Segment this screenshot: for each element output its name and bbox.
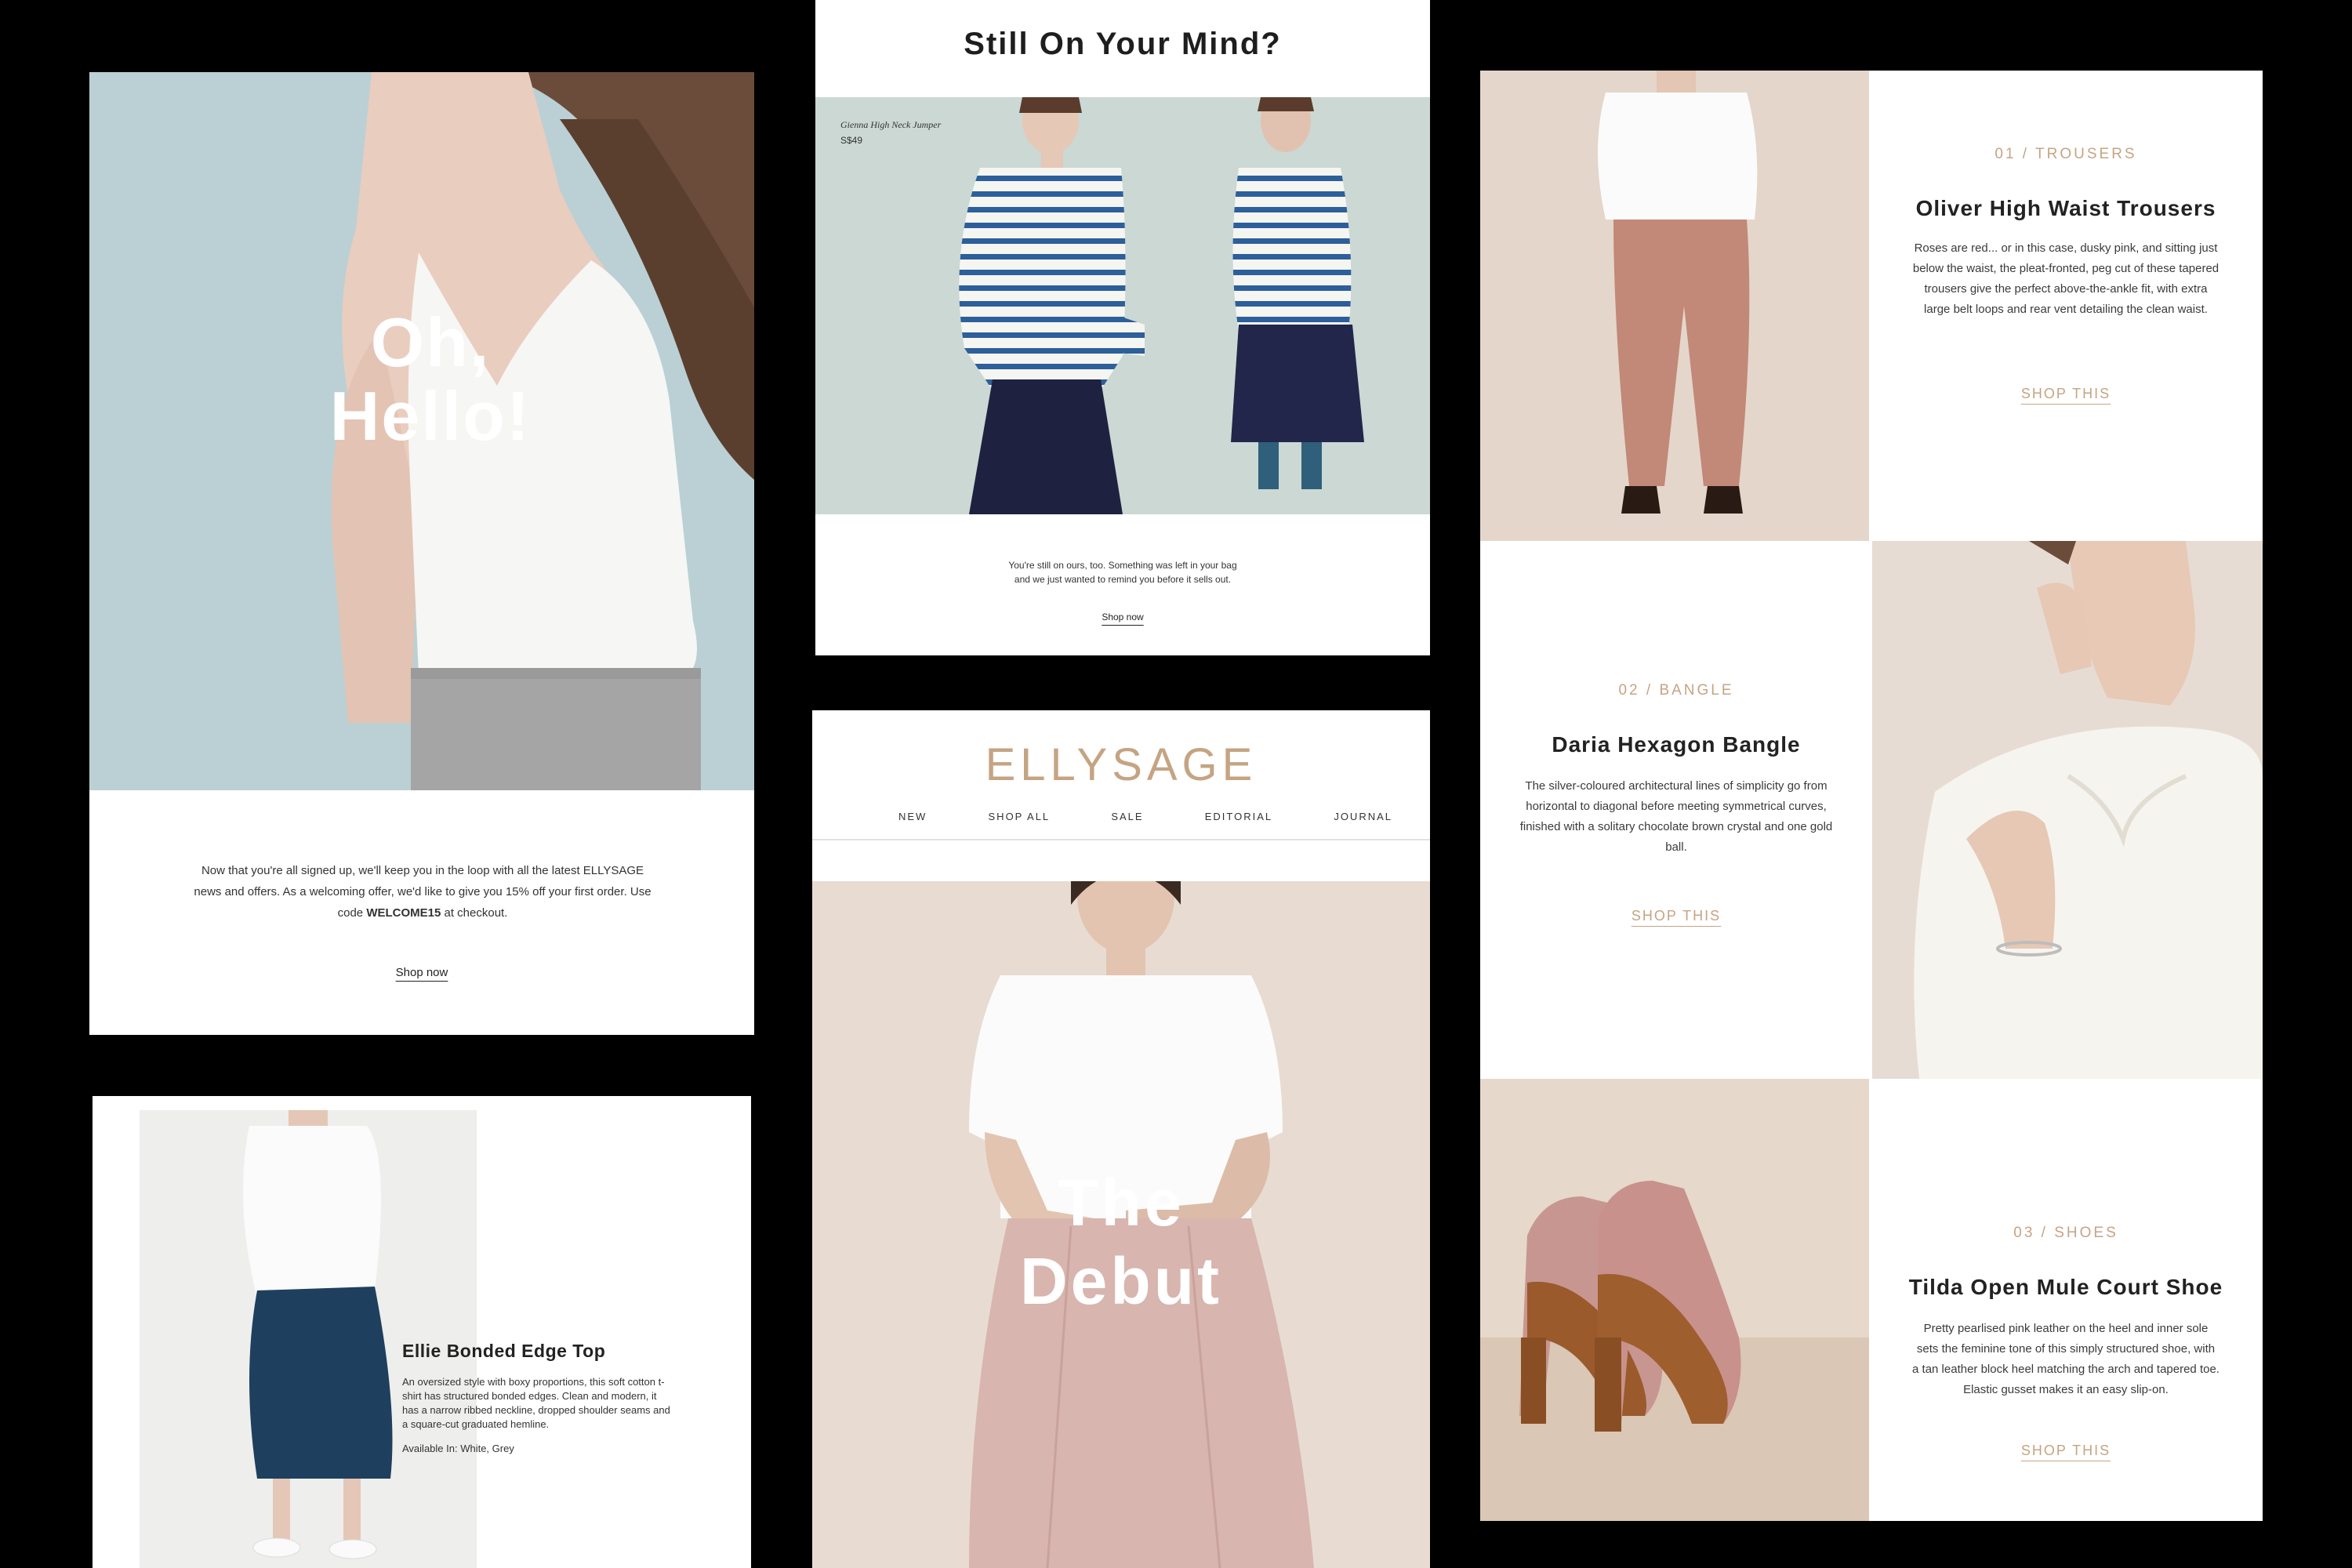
welcome-headline: Oh, Hello! [262, 306, 599, 453]
nav-item-editorial[interactable]: EDITORIAL [1205, 811, 1272, 822]
product-feature-image [140, 1110, 477, 1568]
grid-item-3-eyebrow: 03 / SHOES [2013, 1225, 2118, 1241]
product-feature-availability: Available In: White, Grey [402, 1443, 514, 1454]
debut-hero-image: The Debut [812, 881, 1430, 1568]
shoes-image [1480, 1079, 1869, 1521]
welcome-body-text: Now that you're all signed up, we'll kee… [191, 860, 654, 924]
nav-item-journal[interactable]: JOURNAL [1334, 811, 1392, 822]
cart-product-image: Gienna High Neck Jumper S$49 [815, 97, 1430, 514]
grid-item-2-title: Daria Hexagon Bangle [1552, 732, 1801, 757]
newsletter-email-card: ELLYSAGE NEW SHOP ALL SALE EDITORIAL JOU… [812, 710, 1430, 1568]
welcome-email-card: Oh, Hello! Now that you're all signed up… [89, 72, 754, 1035]
cart-shop-now-link[interactable]: Shop now [815, 612, 1430, 622]
cart-title: Still On Your Mind? [964, 27, 1282, 61]
grid-item-2-shop-this-link[interactable]: SHOP THIS [1480, 908, 1872, 924]
welcome-shop-now-link[interactable]: Shop now [89, 966, 754, 979]
welcome-body-post: at checkout. [441, 906, 508, 920]
debut-headline-line-1: The [1058, 1166, 1185, 1240]
welcome-hero-image: Oh, Hello! [89, 72, 754, 790]
welcome-headline-line-2: Hello! [329, 377, 532, 455]
debut-headline-line-2: Debut [1020, 1244, 1222, 1318]
grid-item-2-description: The silver-coloured architectural lines … [1519, 779, 1833, 854]
cart-body-line-2: and we just wanted to remind you before … [1014, 574, 1232, 585]
grid-item-3-text: 03 / SHOES Tilda Open Mule Court Shoe Pr… [1869, 1079, 2263, 1521]
cart-product-price: S$49 [840, 135, 863, 146]
grid-item-2-eyebrow: 02 / BANGLE [1618, 682, 1734, 699]
nav-item-new[interactable]: NEW [898, 811, 927, 822]
grid-item-3-title: Tilda Open Mule Court Shoe [1908, 1275, 2223, 1299]
trousers-image [1480, 71, 1869, 541]
abandoned-cart-email-card: Still On Your Mind? Gienna High Neck Jum… [815, 0, 1430, 655]
brand-logo[interactable]: ELLYSAGE [812, 739, 1430, 791]
welcome-discount-code: WELCOME15 [366, 906, 441, 920]
product-feature-email-card: Ellie Bonded Edge Top An oversized style… [93, 1096, 751, 1568]
main-nav: NEW SHOP ALL SALE EDITORIAL JOURNAL [898, 811, 1392, 822]
nav-item-shop-all[interactable]: SHOP ALL [989, 811, 1051, 822]
grid-item-1-title: Oliver High Waist Trousers [1915, 196, 2216, 220]
cart-product-name: Gienna High Neck Jumper [840, 119, 942, 130]
bangle-image [1872, 541, 2263, 1079]
grid-item-1-description: Roses are red... or in this case, dusky … [1912, 241, 2220, 316]
product-feature-description: An oversized style with boxy proportions… [402, 1376, 670, 1430]
debut-headline: The Debut [812, 1163, 1430, 1320]
grid-item-3-description: Pretty pearlised pink leather on the hee… [1912, 1322, 2220, 1396]
cart-body-text: You're still on ours, too. Something was… [815, 558, 1430, 586]
product-grid-email-card: 01 / TROUSERS Oliver High Waist Trousers… [1480, 71, 2263, 1521]
grid-item-3-shop-this-link[interactable]: SHOP THIS [1869, 1443, 2263, 1459]
nav-divider [812, 839, 1430, 840]
grid-item-1-shop-this-link[interactable]: SHOP THIS [1869, 386, 2263, 402]
welcome-headline-line-1: Oh, [370, 303, 491, 381]
grid-item-2-text: 02 / BANGLE Daria Hexagon Bangle The sil… [1480, 541, 1872, 1079]
product-feature-title: Ellie Bonded Edge Top [402, 1341, 606, 1361]
grid-item-1-text: 01 / TROUSERS Oliver High Waist Trousers… [1869, 71, 2263, 541]
cart-body-line-1: You're still on ours, too. Something was… [1008, 560, 1237, 571]
grid-item-1-eyebrow: 01 / TROUSERS [1994, 146, 2137, 162]
nav-item-sale[interactable]: SALE [1111, 811, 1143, 822]
